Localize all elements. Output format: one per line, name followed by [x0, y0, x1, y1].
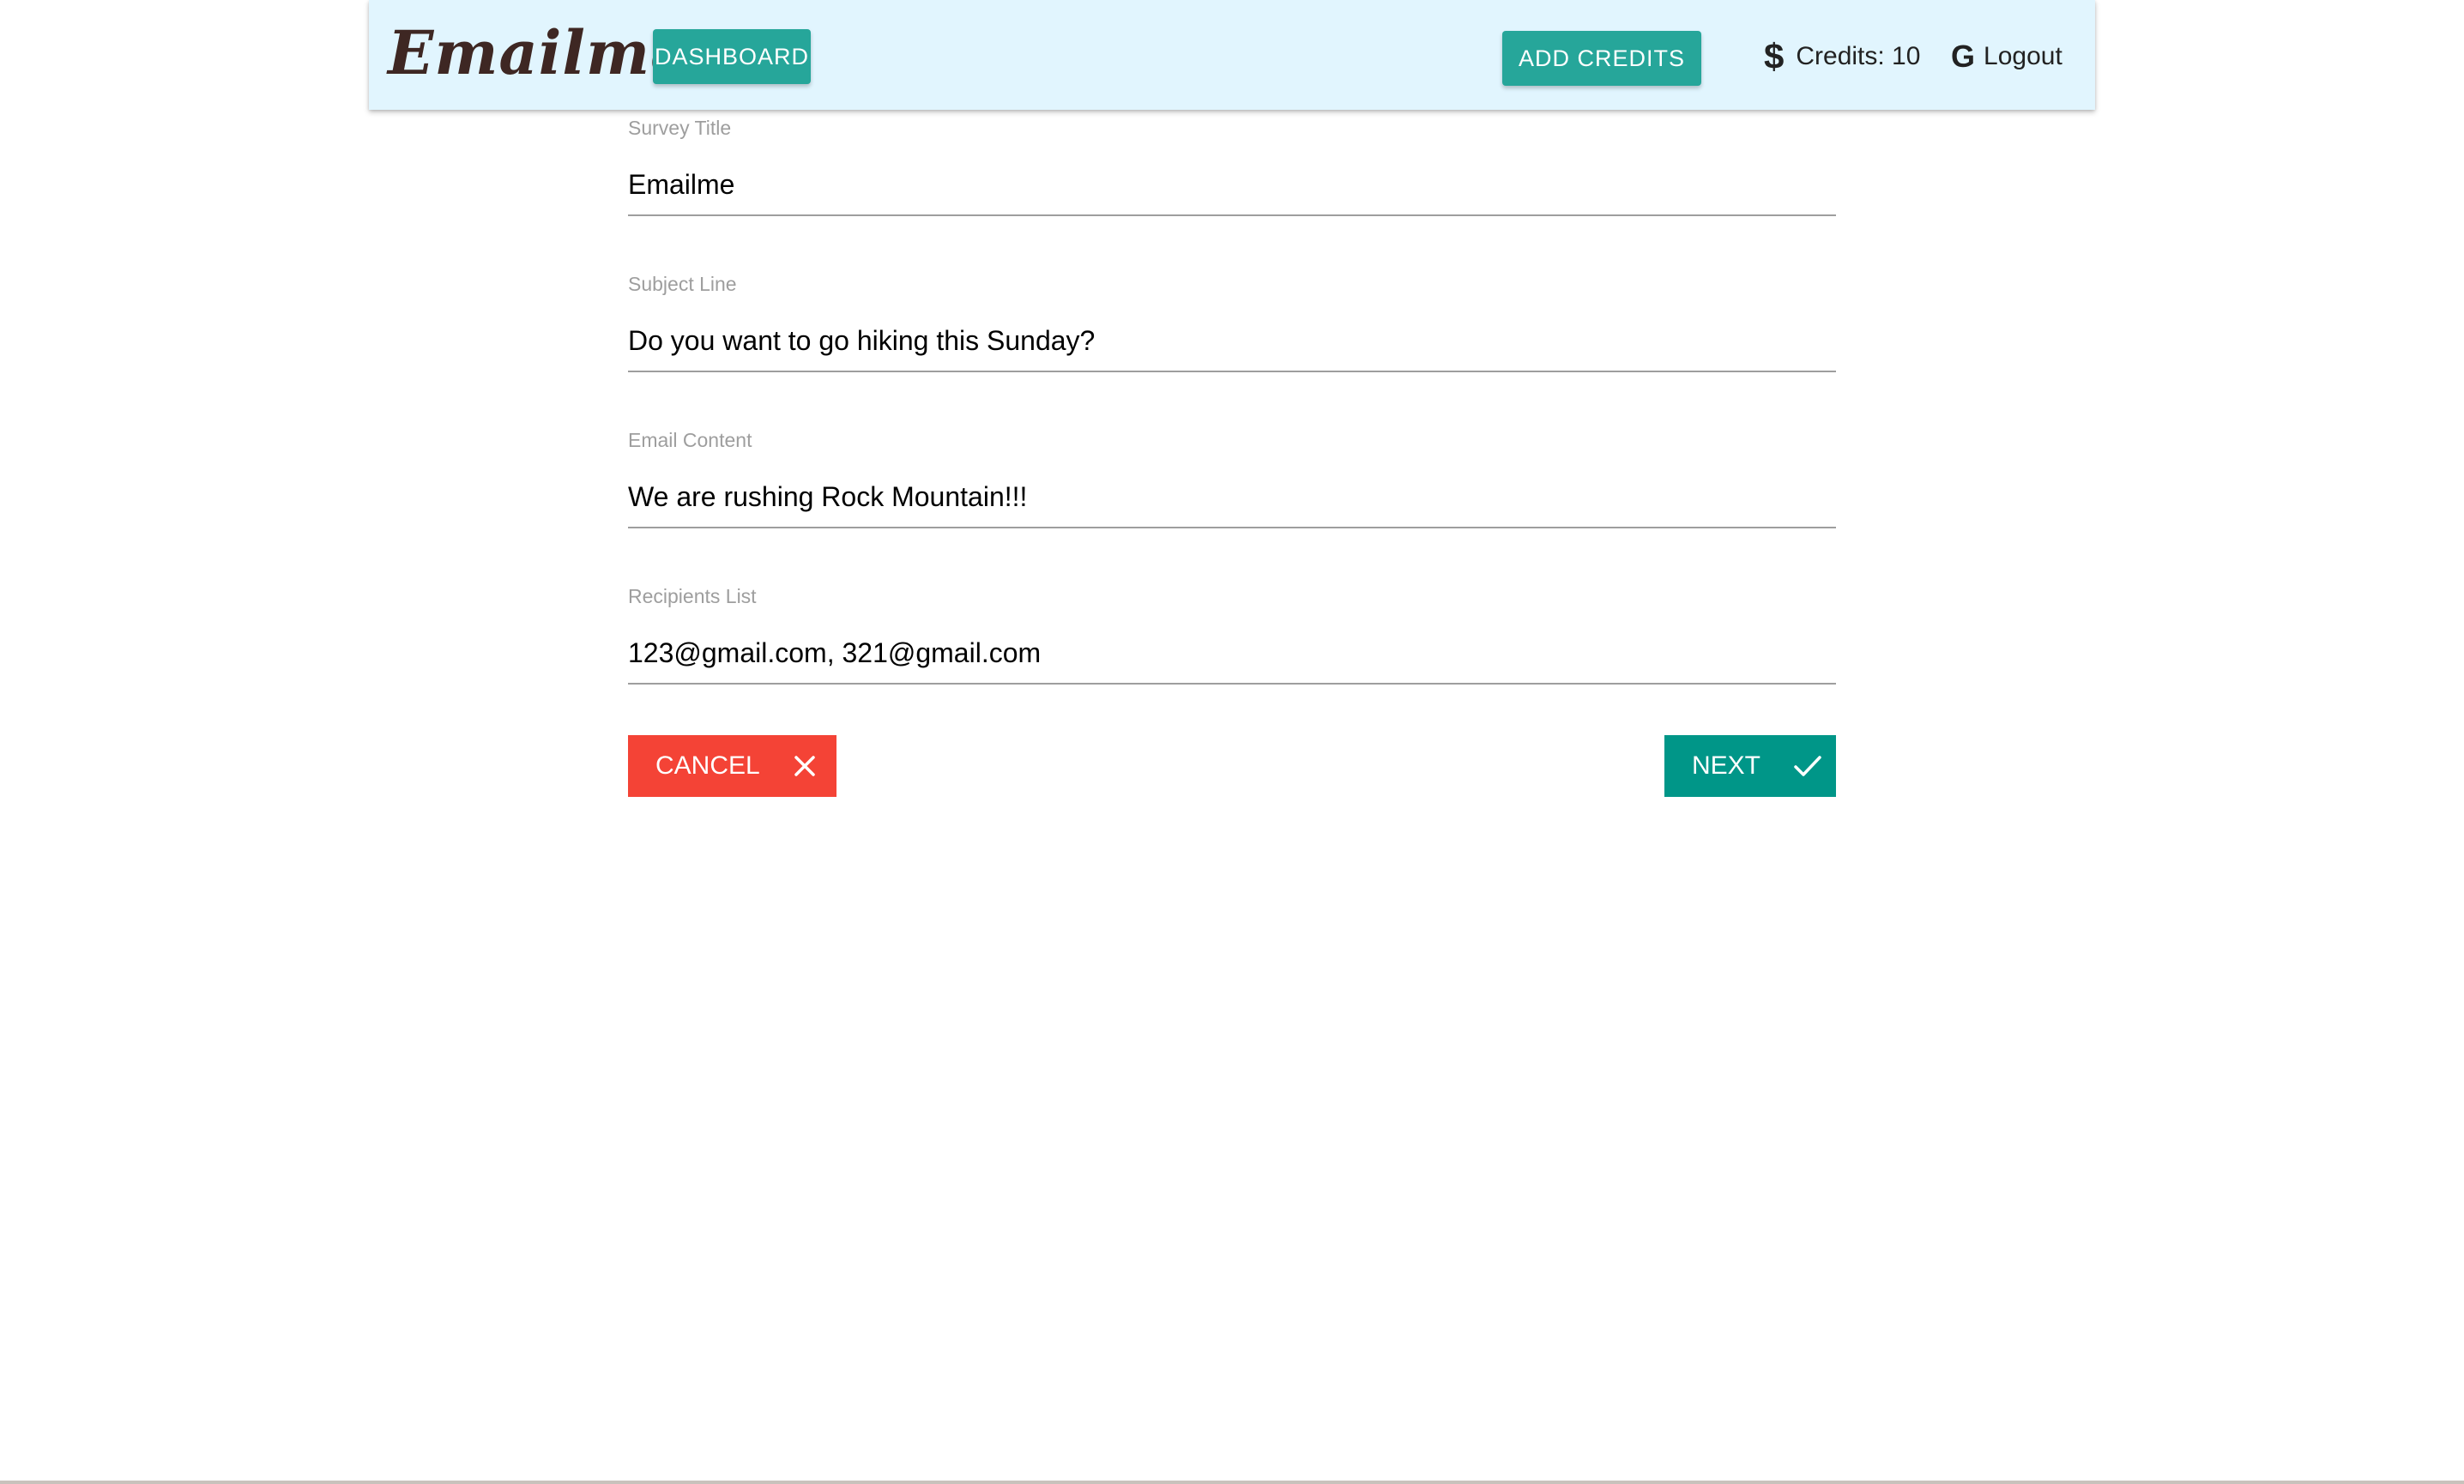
- credits-display: $ Credits: 10: [1764, 29, 1920, 84]
- subject-line-label: Subject Line: [628, 273, 737, 295]
- subject-line-input[interactable]: [628, 311, 1836, 372]
- survey-title-field: Survey Title: [628, 110, 1836, 221]
- next-label: NEXT: [1692, 751, 1761, 780]
- google-icon: G: [1951, 39, 1976, 74]
- window-bottom-edge: [0, 1481, 2464, 1484]
- credits-text: Credits: 10: [1796, 42, 1921, 70]
- survey-title-label: Survey Title: [628, 117, 732, 139]
- dashboard-button[interactable]: DASHBOARD: [653, 29, 811, 84]
- check-icon: [1793, 754, 1822, 778]
- logout-link[interactable]: G Logout: [1951, 29, 2062, 84]
- email-content-field: Email Content: [628, 422, 1836, 534]
- cancel-label: CANCEL: [655, 751, 760, 780]
- next-button[interactable]: NEXT: [1664, 735, 1836, 797]
- recipients-list-input[interactable]: [628, 623, 1836, 685]
- page: Emailme DASHBOARD ADD CREDITS $ Credits:…: [0, 0, 2464, 1484]
- email-content-label: Email Content: [628, 429, 752, 451]
- subject-line-field: Subject Line: [628, 266, 1836, 377]
- email-content-input[interactable]: [628, 467, 1836, 528]
- cancel-button[interactable]: CANCEL: [628, 735, 836, 797]
- navbar: Emailme DASHBOARD ADD CREDITS $ Credits:…: [369, 0, 2095, 110]
- recipients-list-field: Recipients List: [628, 578, 1836, 690]
- close-icon: [793, 754, 817, 778]
- recipients-list-label: Recipients List: [628, 585, 757, 607]
- survey-title-input[interactable]: [628, 154, 1836, 216]
- logout-label: Logout: [1984, 42, 2062, 70]
- add-credits-button[interactable]: ADD CREDITS: [1502, 31, 1701, 86]
- dollar-icon: $: [1764, 36, 1785, 76]
- brand-logo[interactable]: Emailme: [388, 9, 690, 98]
